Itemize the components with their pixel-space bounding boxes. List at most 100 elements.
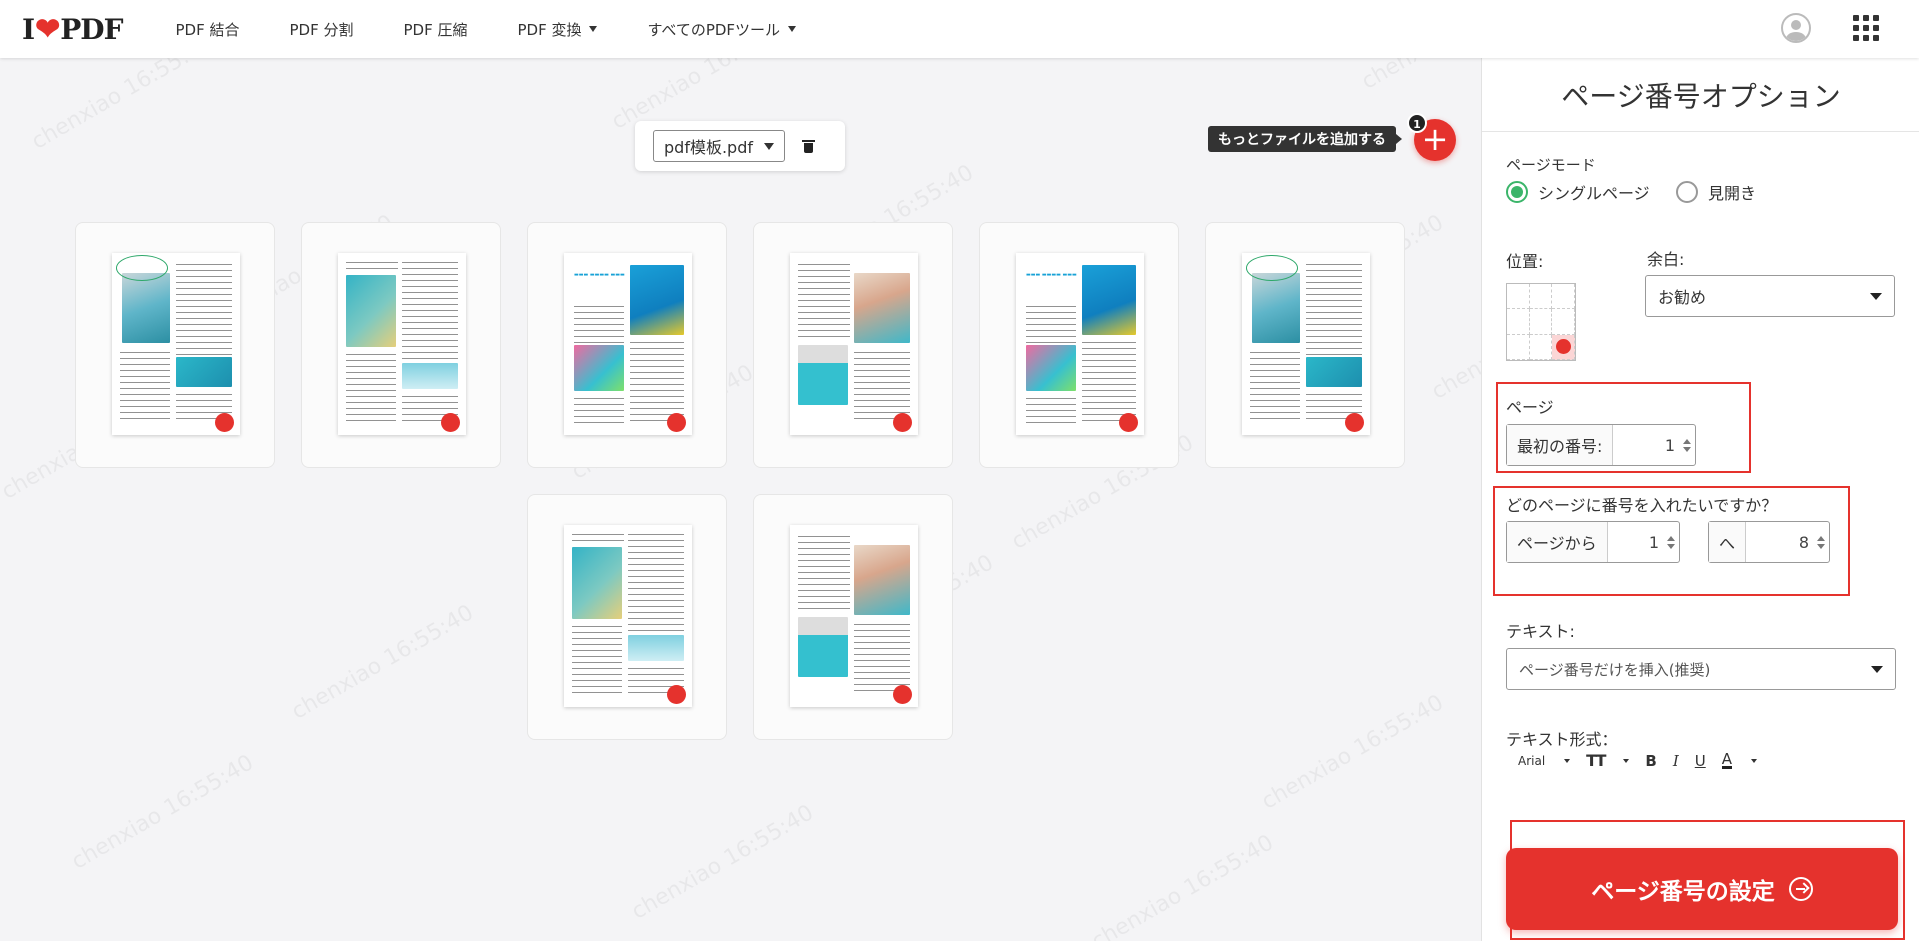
watermark-text: chenxiao 16:55:40	[287, 600, 478, 725]
nav-compress-pdf[interactable]: PDF 圧縮	[403, 19, 467, 40]
margin-select[interactable]: お勧め	[1645, 275, 1895, 317]
text-mode-value: ページ番号だけを挿入(推奨)	[1519, 660, 1711, 679]
logo-text: PDF	[60, 12, 123, 46]
font-size-icon: TT	[1586, 751, 1606, 770]
number-spinner[interactable]	[1813, 522, 1829, 562]
page-number-marker	[893, 685, 912, 704]
page-preview	[1242, 253, 1370, 435]
watermark-text: chenxiao 16:55:40	[67, 750, 258, 875]
watermark-text: chenxiao 16:55:40	[1257, 690, 1448, 815]
page-preview: ▬▬▬ ▬▬▬▬ ▬▬▬	[1016, 253, 1144, 435]
chevron-down-icon	[589, 26, 598, 32]
page-thumbnail-card[interactable]	[753, 494, 953, 740]
page-thumbnail-card[interactable]	[301, 222, 501, 468]
page-number-marker	[215, 413, 234, 432]
range-to-field[interactable]: へ 8	[1708, 521, 1830, 563]
page-number-marker	[1345, 413, 1364, 432]
file-count-badge: 1	[1407, 113, 1427, 133]
spin-down-icon[interactable]	[1667, 543, 1675, 549]
panel-title: ページ番号オプション	[1482, 58, 1919, 132]
font-color-icon: A	[1721, 750, 1732, 769]
font-family-select[interactable]: Arial	[1518, 753, 1571, 768]
page-preview	[790, 253, 918, 435]
position-cell[interactable]	[1529, 334, 1553, 360]
page-preview	[564, 525, 692, 707]
chevron-down-icon	[764, 142, 774, 150]
file-select-dropdown[interactable]: pdf模板.pdf	[653, 130, 785, 162]
ilovepdf-logo[interactable]: I ❤ PDF	[22, 11, 123, 47]
trash-icon[interactable]	[802, 139, 815, 153]
position-cell[interactable]	[1529, 284, 1553, 310]
underline-button[interactable]: U	[1695, 752, 1706, 770]
page-thumbnail-card[interactable]: ▬▬▬ ▬▬▬▬ ▬▬▬	[527, 222, 727, 468]
radio-label: 見開き	[1708, 184, 1757, 203]
spin-up-icon[interactable]	[1667, 535, 1675, 541]
nav-convert-pdf[interactable]: PDF 変換	[517, 19, 598, 40]
bold-button[interactable]: B	[1645, 752, 1656, 770]
page-number-marker	[667, 685, 686, 704]
first-number-prefix: 最初の番号:	[1507, 425, 1614, 465]
number-spinner[interactable]	[1663, 522, 1679, 562]
radio-single-page[interactable]: シングルページ	[1506, 180, 1650, 204]
first-number-field[interactable]: 最初の番号: 1	[1506, 424, 1696, 466]
page-thumbnail-card[interactable]: ▬▬▬ ▬▬▬▬ ▬▬▬	[979, 222, 1179, 468]
position-cell[interactable]	[1529, 309, 1553, 335]
nav-split-pdf[interactable]: PDF 分割	[289, 19, 353, 40]
margin-label: 余白:	[1647, 250, 1685, 269]
number-spinner[interactable]	[1679, 425, 1695, 465]
page-thumbnail-card[interactable]	[1205, 222, 1405, 468]
position-cell[interactable]	[1507, 284, 1530, 310]
spin-up-icon[interactable]	[1683, 438, 1691, 444]
user-avatar-icon[interactable]	[1781, 13, 1811, 43]
spin-up-icon[interactable]	[1817, 535, 1825, 541]
first-number-input[interactable]: 1	[1613, 425, 1679, 465]
top-header: I ❤ PDF PDF 結合 PDF 分割 PDF 圧縮 PDF 変換 すべてのPD…	[0, 0, 1919, 58]
range-to-input[interactable]: 8	[1746, 522, 1813, 562]
main-nav: PDF 結合 PDF 分割 PDF 圧縮 PDF 変換 すべてのPDFツール	[150, 19, 821, 40]
position-cell[interactable]	[1507, 309, 1530, 335]
position-picker[interactable]	[1506, 283, 1576, 361]
font-size-select[interactable]: TT	[1586, 751, 1630, 770]
nav-all-tools[interactable]: すべてのPDFツール	[647, 19, 797, 40]
text-format-label: テキスト形式：	[1506, 730, 1618, 749]
watermark-text: chenxiao 16:55:40	[627, 800, 818, 925]
page-thumbnail-card[interactable]	[527, 494, 727, 740]
text-mode-select[interactable]: ページ番号だけを挿入(推奨)	[1506, 648, 1896, 690]
chevron-down-icon	[1871, 665, 1883, 673]
options-panel: ページ番号オプション ページモード シングルページ 見開き 位置: 余白: お勧…	[1481, 58, 1919, 941]
position-cell-selected[interactable]	[1552, 334, 1575, 360]
range-from-input[interactable]: 1	[1608, 522, 1663, 562]
radio-spread[interactable]: 見開き	[1676, 180, 1756, 204]
text-label: テキスト:	[1506, 622, 1575, 641]
chevron-down-icon	[1564, 758, 1571, 763]
range-from-field[interactable]: ページから 1	[1506, 521, 1680, 563]
arrow-right-circle-icon	[1788, 877, 1813, 901]
set-page-numbers-button[interactable]: ページ番号の設定	[1506, 848, 1898, 930]
page-thumbnail-card[interactable]	[75, 222, 275, 468]
font-value: Arial	[1518, 753, 1546, 768]
page-mode-label: ページモード	[1506, 156, 1596, 174]
apps-grid-icon[interactable]	[1853, 15, 1879, 41]
font-color-select[interactable]: A	[1721, 750, 1757, 769]
text-format-toolbar: Arial TT B I U A	[1518, 751, 1773, 770]
page-number-marker	[667, 413, 686, 432]
logo-letter: I	[22, 12, 35, 46]
submit-label: ページ番号の設定	[1591, 879, 1775, 905]
italic-button[interactable]: I	[1673, 752, 1679, 770]
chevron-down-icon	[1623, 758, 1630, 763]
heart-icon: ❤	[35, 11, 60, 47]
position-cell[interactable]	[1552, 309, 1575, 335]
nav-label: PDF 変換	[517, 20, 582, 39]
radio-unchecked-icon	[1676, 181, 1698, 203]
position-cell[interactable]	[1507, 334, 1530, 360]
chevron-down-icon	[1870, 292, 1882, 300]
position-cell[interactable]	[1552, 284, 1575, 310]
spin-down-icon[interactable]	[1683, 446, 1691, 452]
chevron-down-icon	[1751, 758, 1757, 763]
page-thumbnail-card[interactable]	[753, 222, 953, 468]
nav-merge-pdf[interactable]: PDF 結合	[175, 19, 239, 40]
radio-label: シングルページ	[1538, 184, 1650, 203]
spin-down-icon[interactable]	[1817, 543, 1825, 549]
range-to-prefix: へ	[1709, 522, 1747, 562]
add-files-tooltip: もっとファイルを追加する	[1208, 126, 1402, 152]
